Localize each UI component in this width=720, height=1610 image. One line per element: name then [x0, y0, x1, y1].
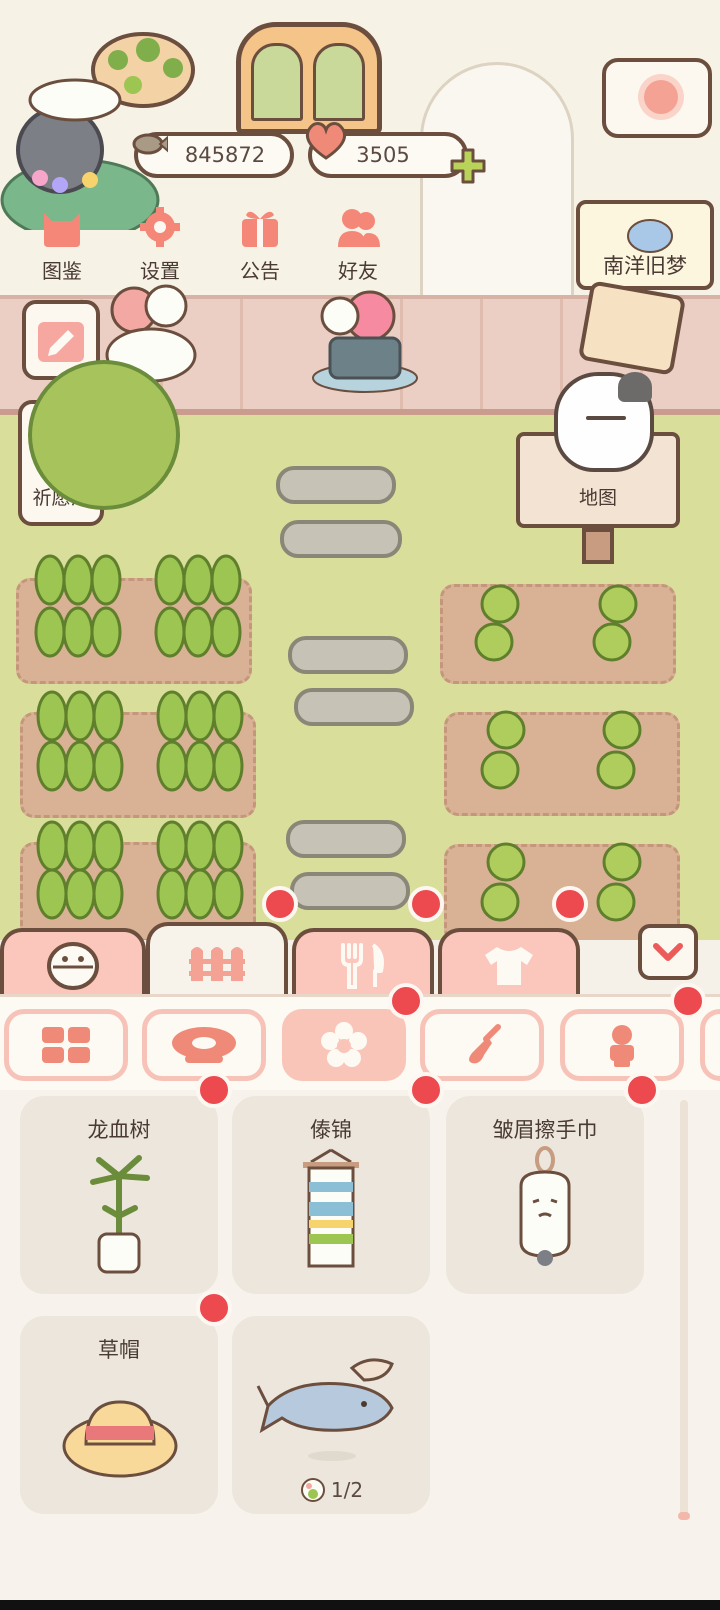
arched-doorway	[420, 62, 574, 302]
grid-icon	[42, 1027, 90, 1063]
stepping-stone	[286, 820, 406, 858]
fork-knife-icon	[341, 943, 384, 989]
nav-bar	[0, 1600, 720, 1610]
cat-book-icon	[44, 213, 80, 247]
item-card[interactable]: 1/2	[232, 1316, 430, 1514]
menu-announcement-button[interactable]: 公告	[212, 200, 308, 292]
fence-icon	[189, 947, 245, 981]
item-badge	[624, 1072, 660, 1108]
elephant-icon	[627, 219, 673, 253]
menu-label-collection: 图鉴	[42, 259, 82, 283]
add-hearts-button[interactable]	[448, 146, 488, 186]
flower-pot-center	[312, 290, 418, 393]
item-name: 皱眉擦手巾	[492, 1118, 598, 1142]
item-name: 草帽	[98, 1338, 140, 1362]
straw-hat-icon	[62, 1400, 178, 1478]
item-name: 龙血树	[87, 1118, 151, 1142]
shark-pirate-icon	[256, 1358, 394, 1461]
garden-scene[interactable]: 845872 3505 图鉴 设置 公告 好友 南洋旧梦 祈愿池 地图	[0, 0, 720, 940]
fish-count: 845872	[184, 143, 266, 167]
item-progress: 1/2	[232, 1476, 430, 1504]
item-grid: 龙血树 傣锦 皱眉擦手巾 草帽 1/2	[0, 1072, 720, 1610]
tab-furniture-badge	[262, 886, 298, 922]
plus-icon	[450, 148, 486, 184]
tab-furniture[interactable]	[146, 922, 288, 1000]
map-label: 地图	[578, 487, 617, 509]
item-card[interactable]: 傣锦	[232, 1096, 430, 1294]
flower-icon	[321, 1022, 367, 1067]
item-badge	[196, 1072, 232, 1108]
subtab-plants-badge	[388, 983, 424, 1019]
cat-towel-icon	[519, 1146, 571, 1266]
item-badge	[408, 1072, 444, 1108]
menu-label-friends: 好友	[338, 259, 378, 283]
cat-character[interactable]	[554, 372, 654, 472]
item-card[interactable]: 草帽	[20, 1316, 218, 1514]
dragon-tree-icon	[90, 1155, 150, 1274]
gear-icon	[140, 207, 180, 247]
menu-collection-button[interactable]: 图鉴	[14, 200, 110, 292]
tab-clothing-badge	[552, 886, 588, 922]
map-sign-post	[582, 528, 614, 564]
heart-icon	[305, 122, 347, 160]
stepping-stone	[276, 466, 396, 504]
menu-friends-button[interactable]: 好友	[310, 200, 406, 292]
bowl-icon	[47, 942, 99, 990]
stepping-stone	[288, 636, 408, 674]
category-tabs	[0, 886, 720, 1000]
event-sign[interactable]: 南洋旧梦	[576, 200, 714, 290]
menu-settings-button[interactable]: 设置	[112, 200, 208, 292]
subtab-overflow[interactable]	[700, 1009, 720, 1081]
pencil-icon	[38, 322, 84, 362]
chevron-down-icon	[653, 943, 683, 961]
egg-icon	[300, 1478, 325, 1502]
stepping-stone	[290, 872, 410, 910]
subtab-figures[interactable]	[560, 1009, 684, 1081]
friends-icon	[338, 209, 380, 247]
gift-icon	[242, 211, 278, 247]
tapestry-icon	[303, 1148, 359, 1268]
subtab-figures-badge	[670, 983, 706, 1019]
flower-frame-decoration	[602, 58, 712, 138]
subtab-plants[interactable]	[282, 1009, 406, 1081]
tab-clothing[interactable]	[438, 928, 580, 1000]
item-card[interactable]: 龙血树	[20, 1096, 218, 1294]
shirt-icon	[485, 947, 533, 985]
figure-icon	[610, 1025, 634, 1067]
event-board	[577, 280, 687, 376]
leafy-crops	[474, 584, 642, 922]
menu-label-announcement: 公告	[240, 259, 280, 283]
collapse-panel-button[interactable]	[638, 924, 698, 980]
garden-bush	[28, 360, 180, 510]
item-name: 傣锦	[310, 1118, 352, 1142]
tab-dining-badge	[408, 886, 444, 922]
stepping-stone	[280, 520, 402, 558]
item-card[interactable]: 皱眉擦手巾	[446, 1096, 644, 1294]
subtab-rug[interactable]	[142, 1009, 266, 1081]
rug-icon	[172, 1027, 236, 1063]
stepping-stone	[294, 688, 414, 726]
subcategory-tabs	[0, 983, 720, 1090]
heart-count: 3505	[356, 143, 410, 167]
tab-food-bowl[interactable]	[0, 928, 146, 1000]
item-count: 1/2	[330, 1478, 364, 1502]
subtab-all[interactable]	[4, 1009, 128, 1081]
event-sign-label: 南洋旧梦	[603, 254, 687, 278]
corn-crops	[34, 554, 244, 920]
item-scrollbar[interactable]	[678, 1100, 690, 1520]
item-badge	[196, 1290, 232, 1326]
shovel-icon	[469, 1024, 501, 1064]
subtab-tools[interactable]	[420, 1009, 544, 1081]
fish-icon	[132, 133, 168, 155]
